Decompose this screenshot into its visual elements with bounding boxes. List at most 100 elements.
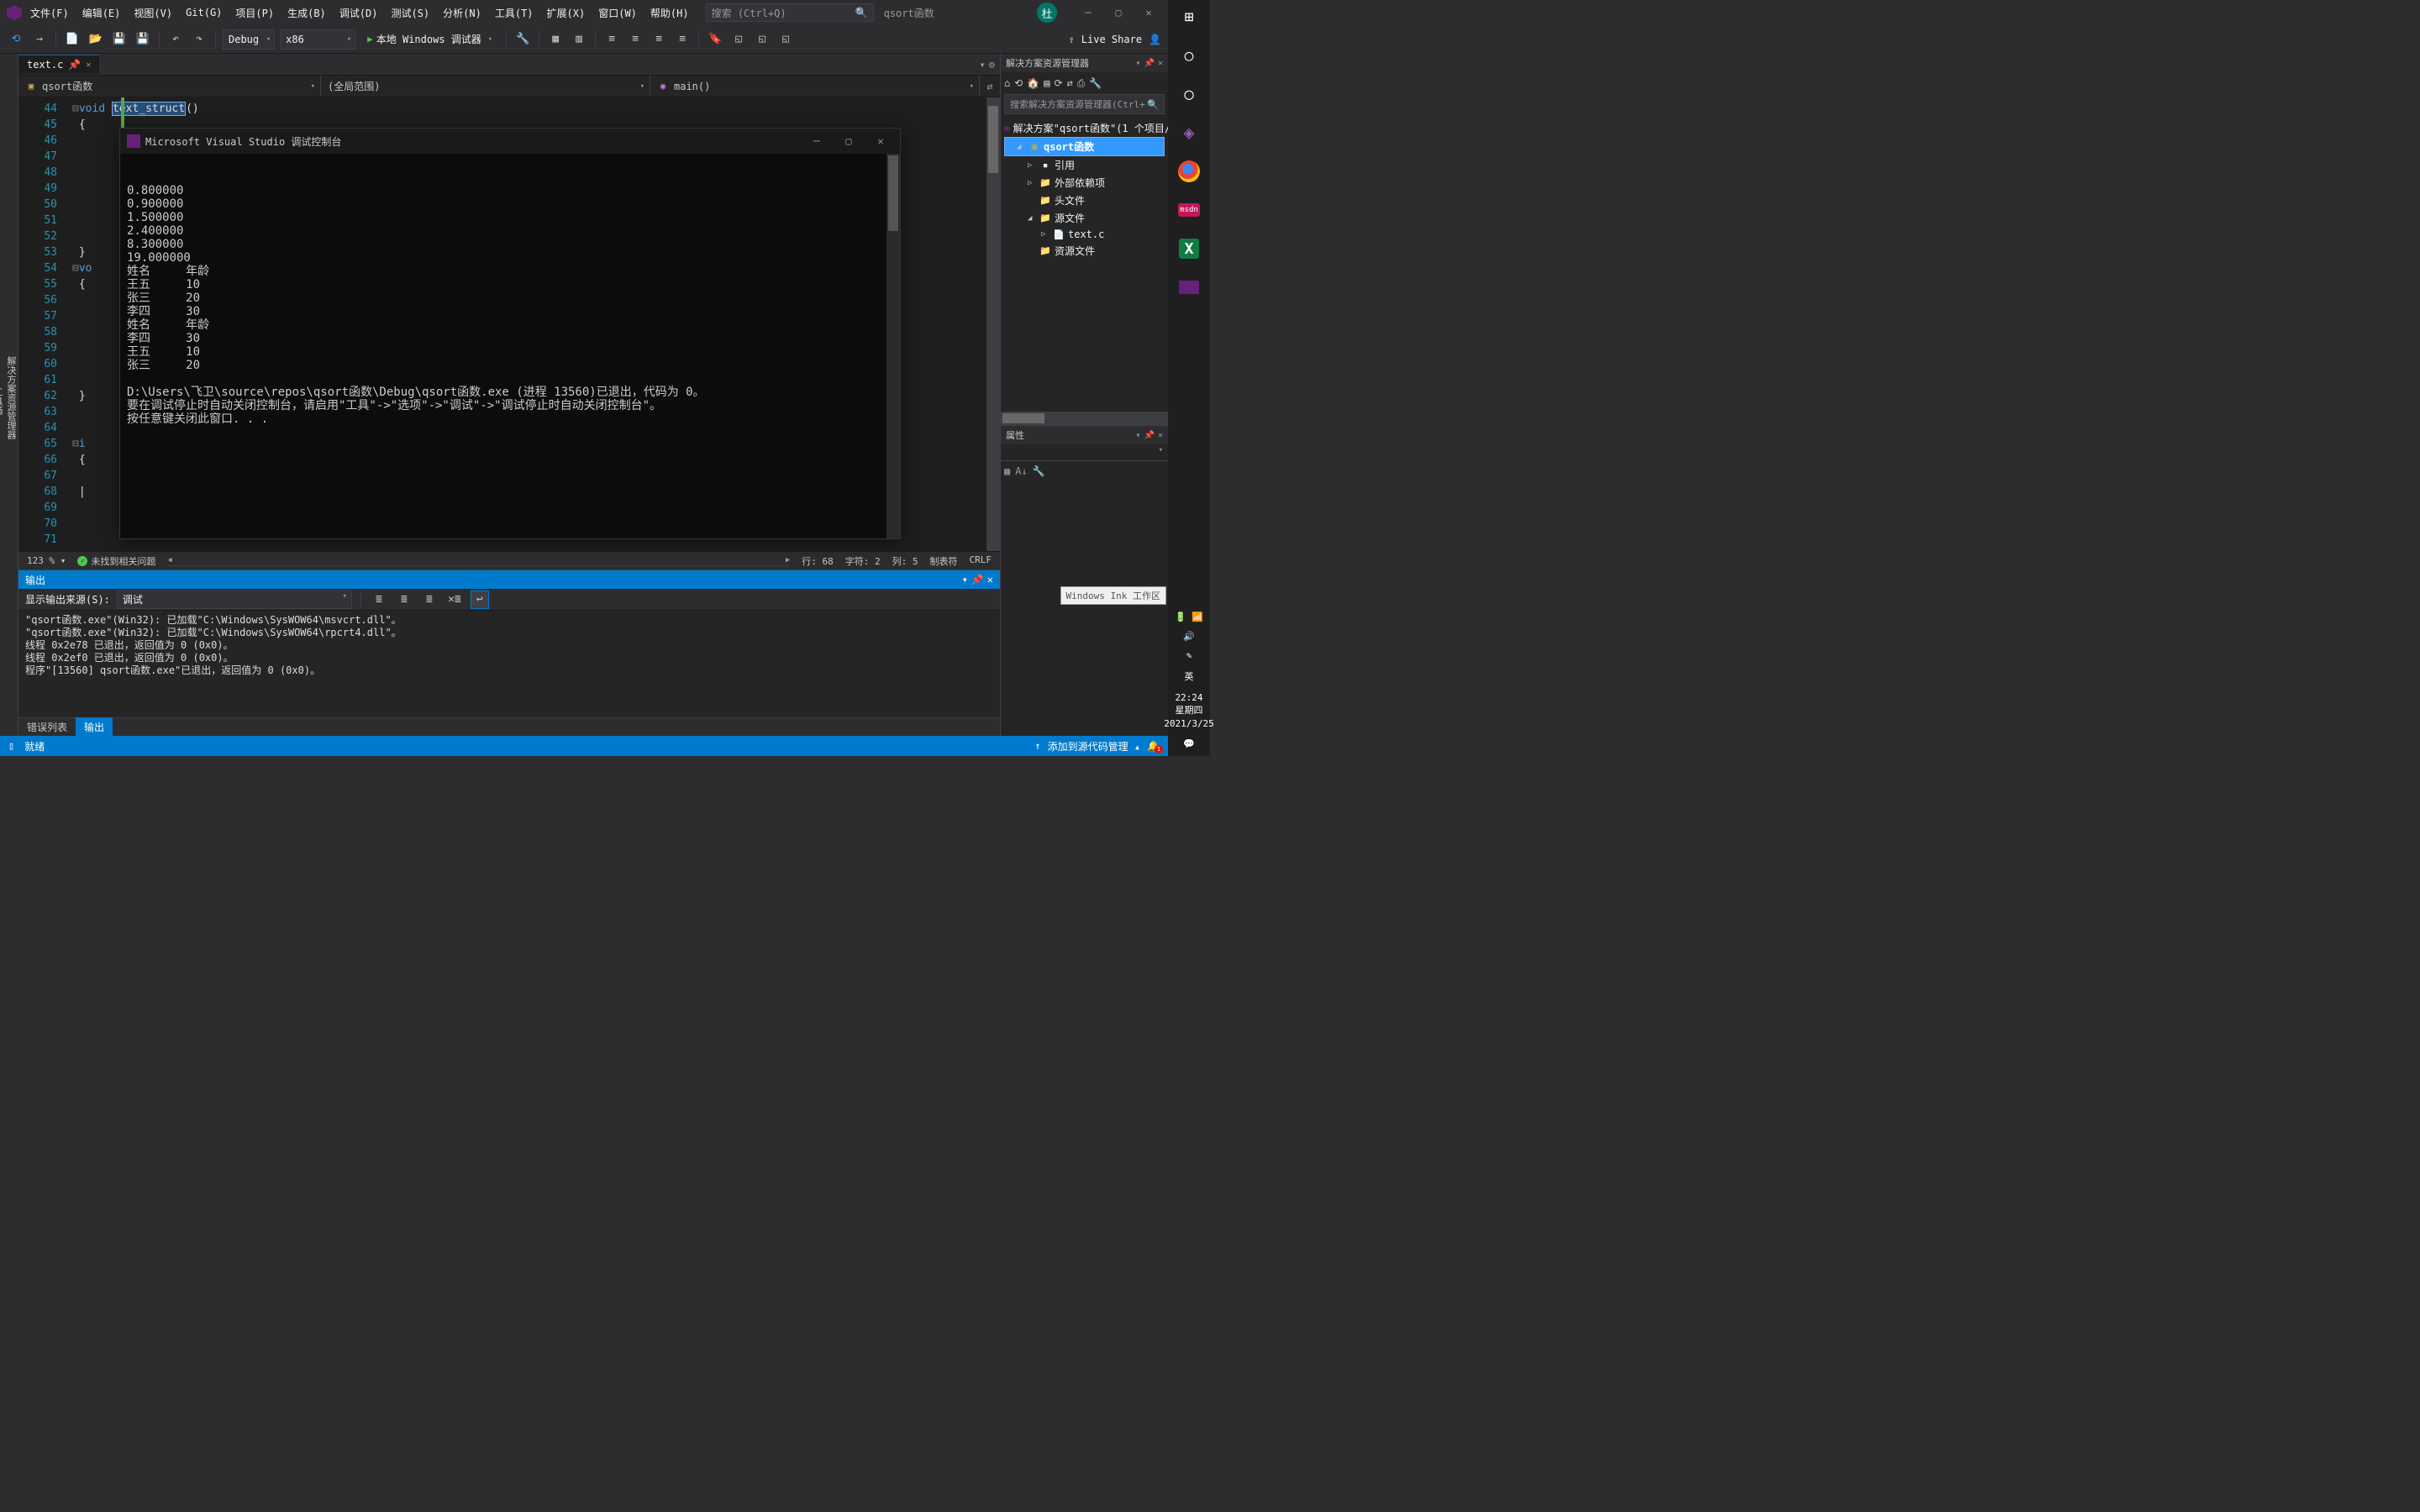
menu-git[interactable]: Git(G) [181, 3, 227, 22]
add-source-control[interactable]: 添加到源代码管理 ▴ [1048, 739, 1140, 753]
se-tool-4[interactable]: ⇄ [1067, 77, 1073, 89]
props-cat-icon[interactable]: ▦ [1004, 465, 1010, 477]
account-icon[interactable]: 👤 [1149, 34, 1161, 45]
se-close-icon[interactable]: ✕ [1158, 59, 1163, 68]
console-minimize[interactable]: ─ [804, 135, 829, 147]
tree-external[interactable]: ▷📁外部依赖项 [1004, 174, 1165, 192]
output-wrap-toggle[interactable]: ↩ [471, 591, 489, 609]
save-button[interactable]: 💾 [110, 30, 129, 49]
windows-start-icon[interactable]: ⊞ [1177, 5, 1201, 29]
menu-file[interactable]: 文件(F) [25, 3, 74, 24]
tool-btn-1[interactable]: 🔧 [513, 30, 532, 49]
nav-fwd-button[interactable]: → [30, 30, 49, 49]
pin-icon[interactable]: 📌 [68, 59, 81, 71]
action-center-icon[interactable]: 💬 [1183, 738, 1195, 749]
tool-btn-7[interactable]: ◱ [753, 30, 771, 49]
taskbar-vs-icon[interactable]: ◈ [1177, 121, 1201, 144]
tool-btn-3[interactable]: ▥ [570, 30, 588, 49]
left-tab-toolbox[interactable]: 工具箱 [0, 66, 4, 736]
zoom-dropdown[interactable]: 123 % ▾ [27, 555, 66, 566]
volume-icon[interactable]: 🔊 [1183, 631, 1195, 642]
undo-button[interactable]: ↶ [166, 30, 185, 49]
console-maximize[interactable]: ▢ [836, 135, 861, 147]
menu-view[interactable]: 视图(V) [129, 3, 177, 24]
menu-test[interactable]: 测试(S) [386, 3, 434, 24]
tool-btn-4[interactable]: ≡ [602, 30, 621, 49]
tab-close-icon[interactable]: ✕ [86, 60, 91, 70]
tree-solution[interactable]: ▣解决方案"qsort函数"(1 个项目/共 [1004, 119, 1165, 137]
lang-indicator[interactable]: 英 [1185, 669, 1194, 683]
tool-btn-2[interactable]: ▦ [546, 30, 565, 49]
start-debug-button[interactable]: ▶ 本地 Windows 调试器 ▾ [360, 29, 499, 50]
user-avatar[interactable]: 杜 [1037, 3, 1057, 23]
status-tabs[interactable]: 制表符 [930, 554, 958, 568]
output-source-dropdown[interactable]: 调试 [117, 590, 352, 609]
code-editor[interactable]: 4445464748495051525354555657585960616263… [18, 97, 1000, 551]
editor-hscrollbar[interactable]: ◀▶ [167, 556, 790, 566]
search-input[interactable]: 搜索 (Ctrl+Q) 🔍 [706, 3, 874, 22]
menu-build[interactable]: 生成(B) [282, 3, 331, 24]
se-home-icon[interactable]: ⌂ [1004, 77, 1010, 89]
left-tab-solution[interactable]: 解决方案资源管理器 [4, 59, 18, 736]
nav-back-button[interactable]: ⟲ [7, 30, 25, 49]
tab-dropdown-icon[interactable]: ▾ [980, 59, 986, 71]
tab-text-c[interactable]: text.c 📌 ✕ [18, 55, 99, 74]
output-tool-2[interactable]: ≣ [395, 591, 413, 609]
scroll-thumb[interactable] [988, 106, 998, 173]
maximize-button[interactable]: ▢ [1106, 3, 1131, 22]
props-az-icon[interactable]: A↓ [1015, 465, 1027, 477]
bookmark-button[interactable]: 🔖 [706, 30, 724, 49]
props-dropdown-icon[interactable]: ▾ [1135, 431, 1140, 440]
liveshare-button[interactable]: Live Share [1081, 34, 1142, 45]
menu-debug[interactable]: 调试(D) [334, 3, 383, 24]
output-close-icon[interactable]: ✕ [987, 574, 993, 585]
output-pin-icon[interactable]: 📌 [971, 574, 984, 585]
se-tool-2[interactable]: 🏠 [1027, 77, 1039, 89]
tree-source[interactable]: ◢📁源文件 [1004, 209, 1165, 227]
tree-resources[interactable]: 📁资源文件 [1004, 242, 1165, 260]
tree-file-text-c[interactable]: ▷📄text.c [1004, 227, 1165, 242]
se-pin-icon[interactable]: 📌 [1144, 59, 1155, 68]
output-body[interactable]: "qsort函数.exe"(Win32): 已加载"C:\Windows\Sys… [18, 611, 1000, 717]
menu-extensions[interactable]: 扩展(X) [542, 3, 591, 24]
menu-edit[interactable]: 编辑(E) [77, 3, 126, 24]
menu-tools[interactable]: 工具(T) [490, 3, 539, 24]
console-vscrollbar[interactable] [886, 154, 900, 538]
tab-error-list[interactable]: 错误列表 [18, 717, 76, 737]
se-search-input[interactable]: 搜索解决方案资源管理器(Ctrl+ 🔍 [1004, 94, 1165, 114]
taskbar-search-icon[interactable]: ○ [1177, 44, 1201, 67]
menu-project[interactable]: 项目(P) [230, 3, 279, 24]
taskbar-chrome-icon[interactable] [1177, 160, 1201, 183]
nav-swap-button[interactable]: ⇄ [980, 76, 1000, 97]
tool-btn-5[interactable]: ≡ [626, 30, 644, 49]
output-dropdown-icon[interactable]: ▾ [962, 574, 968, 585]
output-clear[interactable]: ✕≣ [445, 591, 464, 609]
se-wrench-icon[interactable]: 🔧 [1089, 77, 1102, 89]
new-project-button[interactable]: 📄 [63, 30, 82, 49]
output-tool-1[interactable]: ≣ [370, 591, 388, 609]
config-dropdown[interactable]: Debug [223, 29, 275, 50]
editor-vscrollbar[interactable] [986, 97, 1000, 551]
se-tool-5[interactable]: ⎙ [1077, 77, 1086, 90]
open-button[interactable]: 📂 [87, 30, 105, 49]
notification-bell-icon[interactable]: 🔔1 [1147, 740, 1160, 752]
taskbar-clock[interactable]: 22:24 星期四 2021/3/25 [1164, 691, 1214, 730]
solution-tree[interactable]: ▣解决方案"qsort函数"(1 个项目/共 ◢▣qsort函数 ▷▪引用 ▷📁… [1001, 118, 1168, 412]
nav-member-dropdown[interactable]: ◉ main() [650, 76, 980, 97]
menu-window[interactable]: 窗口(W) [593, 3, 642, 24]
tree-headers[interactable]: 📁头文件 [1004, 192, 1165, 209]
minimize-button[interactable]: ─ [1076, 3, 1101, 22]
se-hscrollbar[interactable] [1001, 412, 1168, 425]
menu-help[interactable]: 帮助(H) [645, 3, 694, 24]
taskbar-vs2-icon[interactable] [1177, 276, 1201, 299]
tab-output[interactable]: 输出 [76, 717, 113, 737]
close-button[interactable]: ✕ [1136, 3, 1161, 22]
tool-btn-8[interactable]: ◱ [776, 30, 795, 49]
output-tool-3[interactable]: ≣ [420, 591, 439, 609]
platform-dropdown[interactable]: x86 [280, 29, 355, 50]
props-combo[interactable]: ▾ [1001, 444, 1168, 461]
se-tool-1[interactable]: ⟲ [1014, 77, 1023, 89]
props-close-icon[interactable]: ✕ [1158, 431, 1163, 440]
tree-references[interactable]: ▷▪引用 [1004, 156, 1165, 174]
redo-button[interactable]: ↷ [190, 30, 208, 49]
